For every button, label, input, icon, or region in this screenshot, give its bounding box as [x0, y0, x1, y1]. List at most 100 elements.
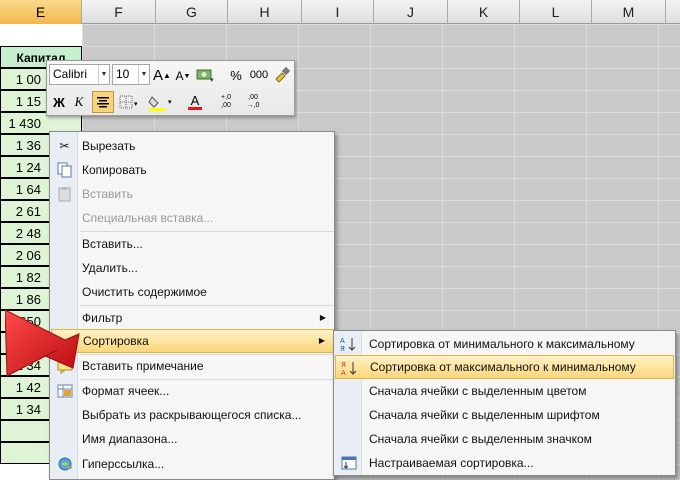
svg-text:▾: ▾ — [210, 76, 214, 83]
menu-item-label: Вставить примечание — [82, 359, 204, 373]
column-header-h[interactable]: H — [228, 0, 302, 24]
menu-item-hyperlink[interactable]: Гиперссылка... — [51, 452, 334, 476]
hyperlink-icon — [56, 456, 73, 472]
submenu-item-label: Сначала ячейки с выделенным значком — [369, 432, 592, 446]
money-icon: ▾ — [196, 69, 214, 83]
menu-item-format-cells[interactable]: Формат ячеек... — [51, 379, 334, 403]
font-color-icon: A — [190, 93, 200, 108]
paint-bucket-icon: ▾ — [148, 96, 172, 111]
thousands-separator-button[interactable]: 000 — [248, 65, 270, 85]
chevron-right-icon: ▶ — [319, 313, 326, 322]
submenu-item-font-color-first[interactable]: Сначала ячейки с выделенным шрифтом — [335, 403, 674, 427]
svg-text:Я: Я — [340, 345, 345, 352]
menu-item-paste[interactable]: Вставить — [51, 182, 334, 206]
sort-asc-icon: АЯ — [340, 336, 357, 353]
font-color-button[interactable]: A — [181, 92, 209, 112]
submenu-item-label: Сначала ячейки с выделенным шрифтом — [369, 408, 600, 422]
format-cells-icon — [56, 383, 73, 399]
menu-item-copy[interactable]: Копировать — [51, 158, 334, 182]
menu-item-pick-from-list[interactable]: Выбрать из раскрывающегося списка... — [51, 403, 334, 427]
grow-font-icon: A — [153, 66, 164, 84]
menu-item-label: Фильтр — [82, 311, 123, 325]
custom-sort-icon — [340, 455, 357, 471]
menu-item-label: Очистить содержимое — [82, 285, 207, 299]
menu-item-label: Гиперссылка... — [82, 457, 165, 471]
shrink-font-icon: A — [175, 69, 184, 83]
copy-icon — [56, 162, 73, 178]
column-header-row: E F G H I J K L M — [0, 0, 680, 24]
svg-text:▾: ▾ — [168, 98, 172, 106]
italic-button[interactable]: К — [70, 92, 88, 112]
menu-item-clear-contents[interactable]: Очистить содержимое — [51, 280, 334, 304]
column-header-j[interactable]: J — [374, 0, 448, 24]
menu-item-define-name[interactable]: Имя диапазона... — [51, 427, 334, 451]
menu-item-label: Выбрать из раскрывающегося списка... — [82, 408, 302, 422]
sort-submenu: АЯ Сортировка от минимального к максимал… — [333, 330, 676, 476]
submenu-item-label: Настраиваемая сортировка... — [369, 456, 534, 470]
percent-button[interactable]: % — [228, 65, 244, 85]
column-header-e[interactable]: E — [0, 0, 82, 24]
menu-item-paste-special[interactable]: Специальная вставка... — [51, 206, 334, 230]
column-header-l[interactable]: L — [520, 0, 592, 24]
font-name-combo[interactable]: Calibri ▼ — [49, 64, 110, 85]
decrease-decimal-button[interactable]: ,00 →,0 — [240, 92, 266, 112]
menu-item-delete[interactable]: Удалить... — [51, 256, 334, 280]
accounting-format-button[interactable]: ▾ — [195, 65, 217, 85]
chevron-right-icon: ▶ — [318, 336, 325, 345]
submenu-item-custom-sort[interactable]: Настраиваемая сортировка... — [335, 451, 674, 475]
brush-icon — [275, 67, 291, 83]
mini-formatting-toolbar: Calibri ▼ 10 ▼ A ▲ A ▼ ▾ % 000 Ж К ▾ ▾ A +… — [46, 60, 295, 116]
bold-button[interactable]: Ж — [50, 92, 68, 112]
font-name-value: Calibri — [53, 67, 88, 81]
menu-item-label: Сортировка — [83, 334, 149, 348]
submenu-item-cell-icon-first[interactable]: Сначала ячейки с выделенным значком — [335, 427, 674, 451]
submenu-item-label: Сначала ячейки с выделенным цветом — [369, 384, 587, 398]
menu-item-insert[interactable]: Вставить... — [51, 232, 334, 256]
menu-item-cut[interactable]: ✂ Вырезать — [51, 134, 334, 158]
menu-item-label: Удалить... — [82, 261, 138, 275]
menu-item-label: Имя диапазона... — [82, 432, 178, 446]
fill-color-button[interactable]: ▾ — [147, 92, 177, 112]
font-size-value: 10 — [116, 67, 130, 81]
svg-text:▾: ▾ — [134, 100, 138, 108]
menu-item-label: Вырезать — [82, 139, 136, 153]
svg-text:Я: Я — [341, 361, 346, 369]
borders-button[interactable]: ▾ — [118, 92, 142, 112]
grow-font-button[interactable]: A ▲ — [152, 65, 172, 85]
submenu-item-sort-descending[interactable]: ЯА Сортировка от максимального к минимал… — [335, 355, 674, 379]
menu-item-label: Копировать — [82, 163, 147, 177]
align-center-icon — [97, 97, 109, 108]
chevron-down-icon[interactable]: ▼ — [98, 65, 109, 84]
submenu-item-label: Сортировка от минимального к максимально… — [369, 337, 635, 351]
format-painter-button[interactable] — [272, 65, 292, 85]
menu-item-label: Формат ячеек... — [82, 384, 170, 398]
column-header-g[interactable]: G — [156, 0, 228, 24]
menu-item-label: Вставить — [82, 187, 133, 201]
menu-item-label: Вставить... — [82, 237, 143, 251]
menu-item-label: Специальная вставка... — [82, 211, 214, 225]
column-header-f[interactable]: F — [82, 0, 156, 24]
chevron-down-icon[interactable]: ▼ — [138, 65, 149, 84]
column-header-n[interactable] — [666, 0, 680, 24]
context-menu: ✂ Вырезать Копировать Вставить Специальн… — [49, 131, 335, 480]
menu-item-filter[interactable]: Фильтр ▶ — [51, 306, 334, 330]
submenu-item-sort-ascending[interactable]: АЯ Сортировка от минимального к максимал… — [335, 332, 674, 356]
menu-item-insert-comment[interactable]: Вставить примечание — [51, 354, 334, 378]
column-header-k[interactable]: K — [448, 0, 520, 24]
svg-text:А: А — [341, 369, 346, 376]
column-header-m[interactable]: M — [592, 0, 666, 24]
center-align-button[interactable] — [92, 91, 114, 113]
font-size-combo[interactable]: 10 ▼ — [112, 64, 150, 85]
increase-decimal-button[interactable]: +,0 ,00 — [213, 92, 239, 112]
submenu-item-cell-color-first[interactable]: Сначала ячейки с выделенным цветом — [335, 379, 674, 403]
sort-desc-icon: ЯА — [341, 360, 358, 377]
svg-text:А: А — [340, 337, 345, 345]
menu-item-sort[interactable]: Сортировка ▶ — [51, 329, 334, 353]
paste-icon — [56, 186, 73, 202]
font-color-swatch — [188, 107, 202, 110]
borders-icon: ▾ — [119, 95, 138, 109]
scissors-icon: ✂ — [59, 139, 70, 153]
red-pointer-arrow — [5, 309, 80, 377]
column-header-i[interactable]: I — [302, 0, 374, 24]
shrink-font-button[interactable]: A ▼ — [174, 66, 192, 86]
